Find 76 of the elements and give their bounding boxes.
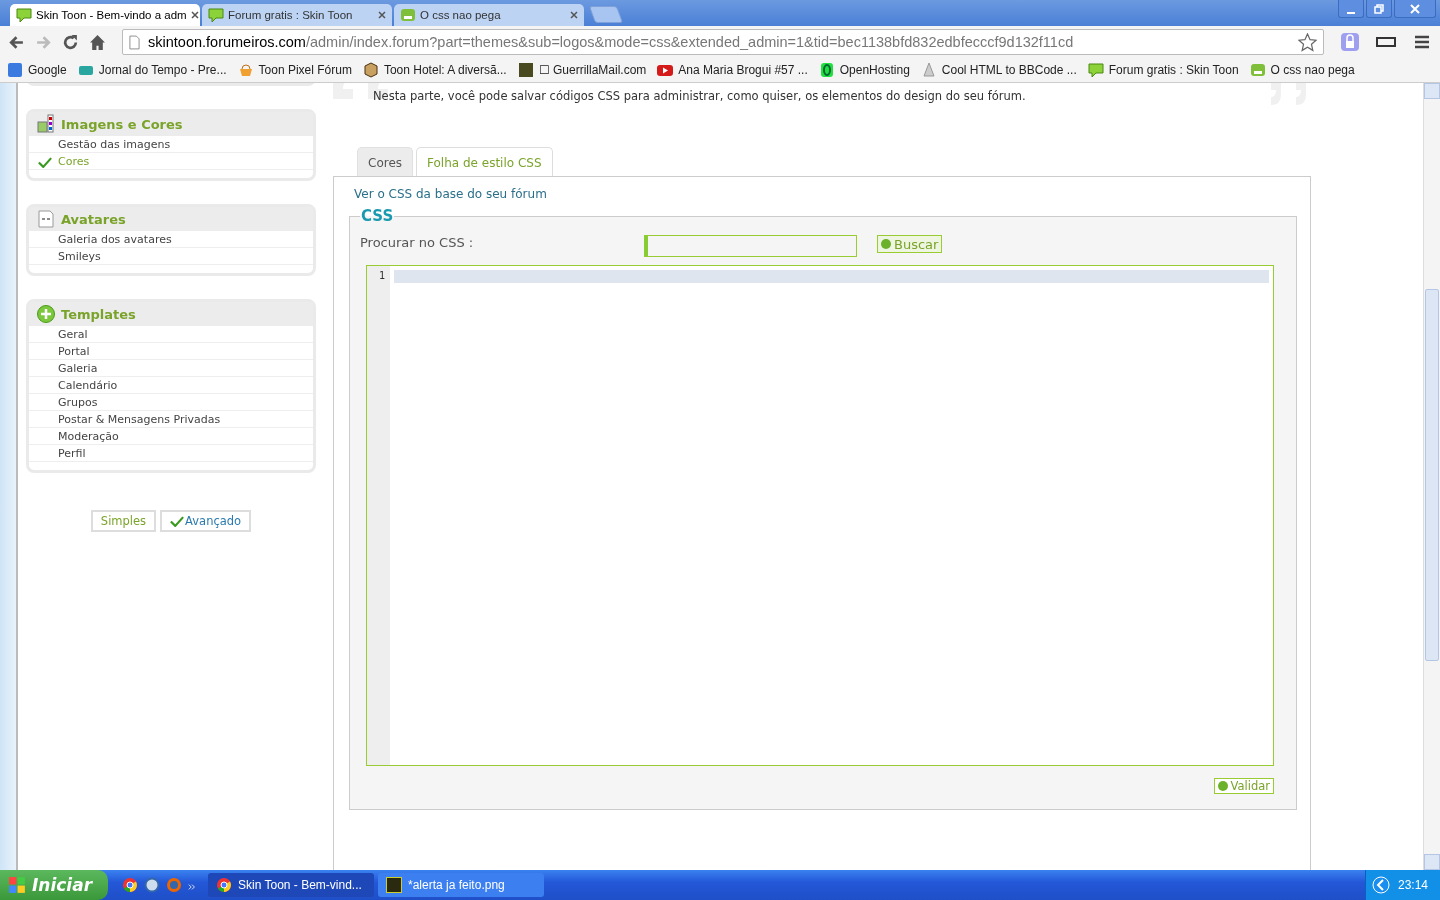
close-icon[interactable] [378,11,386,19]
windows-logo-icon [8,876,26,894]
bookmark-link[interactable]: Toon Hotel: A diversã... [362,62,507,78]
taskbar-button[interactable]: *alerta ja feito.png [378,873,544,897]
menu-link[interactable]: Gestão das imagens [29,136,313,153]
plus-icon [36,304,56,324]
browser-tab[interactable]: O css nao pega [394,4,584,26]
palette-icon [36,114,56,134]
menu-link[interactable]: Galeria [29,360,313,377]
bookmark-link[interactable]: Toon Pixel Fórum [237,62,352,78]
mode-button[interactable]: Avançado [160,510,252,532]
menu-link[interactable]: Calendário [29,377,313,394]
speech-bubble-icon [1087,62,1104,78]
bookmark-link[interactable]: Google [7,62,67,78]
restore-button[interactable] [1366,0,1392,18]
chevron-left-icon[interactable] [1371,876,1390,894]
speech-bubble-icon [16,7,32,23]
scrollbar[interactable] [1423,83,1440,870]
address-bar[interactable]: skintoon.forumeiros.com/admin/index.forum?part=themes&sub=logos&mode=css&extended_admin=1&tid=bec1138bfd832edbfecccf9d132f11cd [122,29,1324,55]
bookmark-link[interactable]: O css nao pega [1249,62,1355,78]
browser-tab[interactable]: Forum gratis : Skin Toon [202,4,392,26]
taskbar-button[interactable]: Skin Toon - Bem-vind... [208,873,374,897]
play-icon [657,62,674,78]
minimize-icon [1346,11,1356,14]
reload-icon[interactable] [62,33,79,51]
speech-bubble-icon [208,7,224,23]
panel-title: Templates [61,306,136,322]
line-number: 1 [377,270,386,281]
browser-tab[interactable]: Skin Toon - Bem-vindo a adm [10,4,200,26]
menu-link[interactable]: Grupos [29,394,313,411]
basket-icon [237,62,254,78]
base-css-link[interactable]: Ver o CSS da base do seu fórum [354,187,547,201]
bookmark-link[interactable]: OpenHosting [818,62,910,78]
sail-icon [920,62,937,78]
square-icon [517,62,534,78]
panel-title: Avatares [61,211,126,227]
search-label: Procurar no CSS : [360,234,475,250]
close-icon[interactable] [570,11,578,19]
restore-icon [1374,3,1384,14]
back-icon[interactable] [8,33,25,51]
app-icon [386,877,402,893]
ring-icon [818,62,835,78]
bookmark-link[interactable]: Forum gratis : Skin Toon [1087,62,1239,78]
menu-link[interactable]: Postar & Mensagens Privadas [29,411,313,428]
bookmark-link[interactable]: Cool HTML to BBCode ... [920,62,1077,78]
fieldset-legend: CSS [360,207,395,225]
star-icon[interactable] [1298,32,1317,52]
checkmark-icon [38,157,52,168]
close-icon [1410,3,1420,14]
code-editor[interactable]: 1 [366,265,1274,766]
chrome-icon [216,877,232,893]
close-window-button[interactable] [1394,0,1436,18]
close-icon[interactable] [190,11,199,19]
menu-link[interactable]: Perfil [29,445,313,462]
bookmark-link[interactable]: Ana Maria Brogui #57 ... [657,62,808,78]
menu-link[interactable]: Geral [29,326,313,343]
home-icon[interactable] [89,33,106,51]
mask-icon [36,209,56,229]
box-icon [362,62,379,78]
description-text: Nesta parte, você pode salvar códigos CSS para administrar, como quiser, os elementos do design do seu fórum. [373,88,1027,103]
menu-link[interactable]: Portal [29,343,313,360]
chrome-icon[interactable] [122,877,138,893]
clock: 23:14 [1397,878,1428,892]
menu-link[interactable]: Smileys [29,248,313,265]
tab[interactable]: Cores [357,147,414,176]
menu-link[interactable]: Galeria dos avatares [29,231,313,248]
checkmark-icon [170,515,185,527]
menu-link[interactable]: Moderação [29,428,313,445]
chevron-icon[interactable] [188,883,196,891]
page-icon [129,34,140,50]
bookmark-link[interactable]: ☐ GuerrillaMail.com [517,62,647,78]
square-icon [7,62,23,78]
bookmark-link[interactable]: Jornal do Tempo - Pre... [77,62,227,78]
panel-title: Imagens e Cores [61,116,183,132]
minimize-button[interactable] [1338,0,1364,18]
search-field[interactable] [644,235,857,257]
